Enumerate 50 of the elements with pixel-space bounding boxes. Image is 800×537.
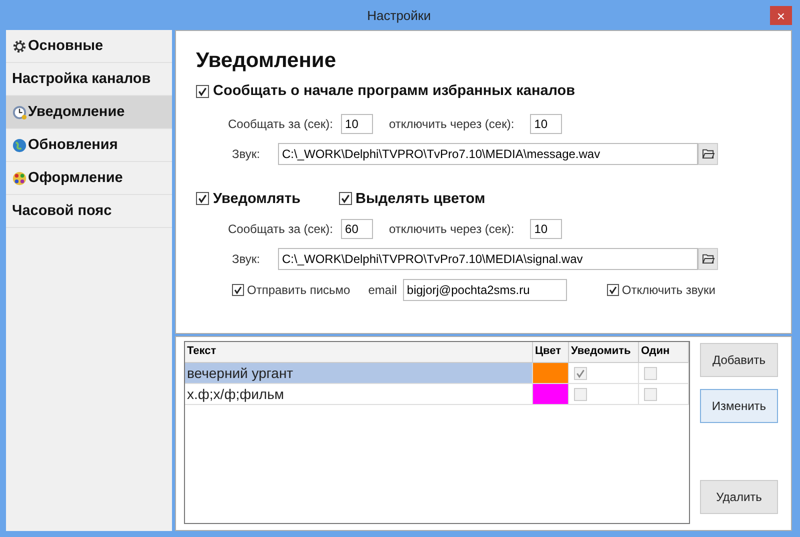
folder-icon [702, 148, 714, 159]
file-path-field[interactable]: C:\_WORK\Delphi\TVPRO\TvPro7.10\MEDIA\message.wav [278, 142, 698, 164]
browse-button[interactable] [698, 248, 718, 270]
close-button[interactable]: × [770, 6, 792, 25]
table-row[interactable]: х.ф;х/ф;фильм [185, 384, 689, 405]
field-label: Сообщать за (сек): [228, 222, 334, 236]
input-field[interactable]: 10 [530, 218, 562, 238]
folder-icon [702, 253, 714, 264]
column-header: Уведомить [569, 342, 639, 362]
table-row[interactable]: вечерний ургант [185, 363, 689, 384]
email-field[interactable]: bigjorj@pochta2sms.ru [402, 278, 567, 300]
check-icon [608, 284, 618, 294]
browse-button[interactable] [698, 142, 718, 164]
check-icon [197, 86, 208, 96]
sidebar-item[interactable]: Уведомление [6, 96, 172, 129]
checkbox[interactable]: Отправить письмо [232, 282, 350, 296]
column-header: Текст [185, 342, 533, 362]
sidebar-item[interactable]: Основные [6, 30, 172, 63]
input-field[interactable]: 10 [341, 114, 374, 134]
column-header: Один [639, 342, 689, 362]
action-button[interactable]: Добавить [700, 343, 778, 377]
window-title: Настройки [367, 8, 431, 22]
sidebar-item[interactable]: Оформление [6, 162, 172, 195]
column-header: Цвет [533, 342, 569, 362]
input-field[interactable]: 10 [530, 114, 562, 134]
checkbox[interactable] [644, 366, 657, 380]
action-button[interactable]: Изменить [700, 389, 778, 423]
checkbox[interactable] [574, 388, 587, 400]
field-label: Звук: [232, 252, 261, 266]
check-icon [340, 193, 351, 204]
check-icon [197, 193, 208, 204]
check-icon [233, 284, 243, 294]
section-heading: Уведомление [196, 49, 338, 73]
action-button[interactable]: Удалить [700, 480, 778, 514]
checkbox[interactable]: Выделять цветом [338, 190, 486, 206]
checkbox[interactable]: Уведомлять [196, 190, 301, 206]
field-label: email [368, 282, 397, 296]
checkbox[interactable]: Сообщать о начале программ избранных каналов [196, 83, 576, 99]
field-label: Звук: [232, 146, 261, 160]
field-label: Сообщать за (сек): [228, 116, 334, 130]
checkbox[interactable] [574, 366, 587, 380]
checkbox[interactable]: Отключить звуки [606, 282, 716, 296]
file-path-field[interactable]: C:\_WORK\Delphi\TVPRO\TvPro7.10\MEDIA\signal.wav [278, 248, 698, 270]
sidebar-item[interactable]: Часовой пояс [6, 195, 172, 228]
field-label: отключить через (сек): [389, 222, 514, 236]
checkbox[interactable] [644, 388, 657, 400]
sidebar-item[interactable]: Обновления [6, 129, 172, 162]
input-field[interactable]: 60 [341, 218, 374, 238]
table-cell: вечерний ургант [185, 363, 533, 383]
field-label: отключить через (сек): [389, 116, 514, 130]
